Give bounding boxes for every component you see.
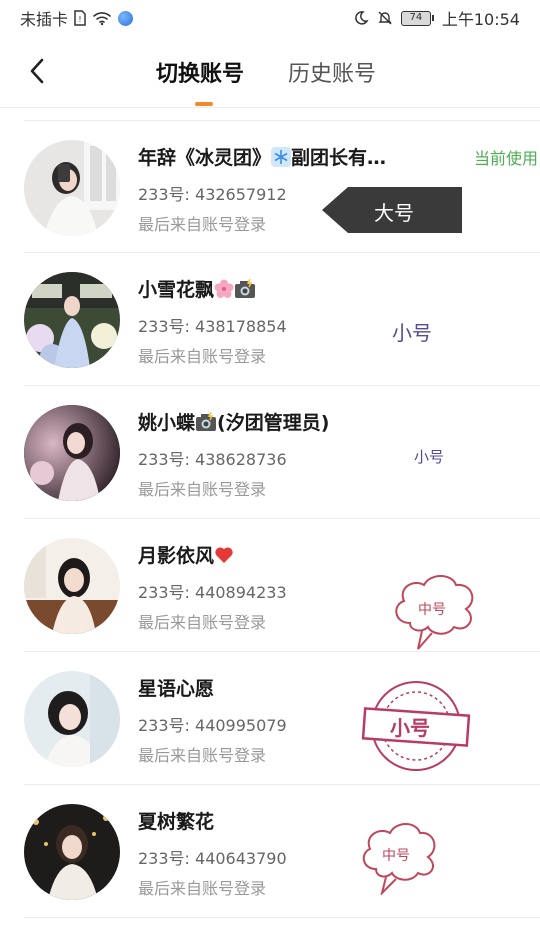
account-uid: 233号: 438628736 <box>138 450 287 469</box>
svg-text:!: ! <box>78 15 81 24</box>
browser-globe-icon <box>118 10 134 26</box>
medium-account-tag: 中号 <box>356 817 442 897</box>
alt-account-tag: 小号 <box>414 448 445 466</box>
account-uid: 233号: 438178854 <box>138 317 287 336</box>
back-button[interactable] <box>22 56 52 86</box>
medium-account-tag: 中号 <box>388 569 480 651</box>
status-right: 74 上午10:54 <box>353 6 520 30</box>
clock: 上午10:54 <box>441 10 520 29</box>
moon-icon <box>355 11 369 25</box>
sim-icon: ! <box>74 10 86 26</box>
active-tab-indicator <box>195 102 213 106</box>
cherry-blossom-icon <box>214 279 234 298</box>
avatar <box>24 405 120 501</box>
last-login-source: 最后来自账号登录 <box>138 347 267 366</box>
account-name: 年辞《冰灵团》 副团长有… <box>138 147 387 169</box>
avatar <box>24 140 120 236</box>
alt-account-stamp: 小号 <box>360 676 472 776</box>
last-login-source: 最后来自账号登录 <box>138 746 267 765</box>
account-row[interactable]: 月影依风 233号: 440894233 最后来自账号登录 中号 <box>24 519 540 652</box>
last-login-source: 最后来自账号登录 <box>138 613 267 632</box>
account-name: 小雪花飘 <box>138 275 418 302</box>
camera-flash-icon <box>196 412 217 431</box>
account-row[interactable]: 星语心愿 233号: 440995079 最后来自账号登录 小号 <box>24 652 540 785</box>
account-list: 年辞《冰灵团》 副团长有… 233号: 432657912 最后来自账号登录 当前… <box>0 120 540 918</box>
main-account-tag: 大号 <box>322 187 464 233</box>
last-login-source: 最后来自账号登录 <box>138 480 267 499</box>
battery-level: 74 <box>400 10 431 26</box>
avatar <box>24 804 120 900</box>
current-account-label: 当前使用 <box>473 149 538 168</box>
account-uid: 233号: 440995079 <box>138 716 287 735</box>
alt-account-tag: 小号 <box>392 321 432 345</box>
account-uid: 233号: 432657912 <box>138 185 287 204</box>
chevron-left-icon <box>30 58 44 84</box>
account-row[interactable]: 年辞《冰灵团》 副团长有… 233号: 432657912 最后来自账号登录 当前… <box>24 120 540 253</box>
account-uid: 233号: 440894233 <box>138 583 287 602</box>
account-row[interactable]: 小雪花飘 233号: 438178854 最后来自账号登录 小号 <box>24 253 540 386</box>
camera-flash-icon <box>235 279 256 298</box>
snowflake-icon <box>271 147 292 167</box>
battery-icon: 74 <box>400 10 434 26</box>
avatar <box>24 671 120 767</box>
mute-bell-icon <box>378 11 392 25</box>
account-name: 月影依风 <box>138 541 418 568</box>
last-login-source: 最后来自账号登录 <box>138 879 267 898</box>
avatar <box>24 272 120 368</box>
tab-switch-account[interactable]: 切换账号 <box>156 56 244 88</box>
last-login-source: 最后来自账号登录 <box>138 215 267 234</box>
account-row[interactable]: 姚小蝶 (汐团管理员) 233号: 438628736 最后来自账号登录 小号 <box>24 386 540 519</box>
tab-history-account[interactable]: 历史账号 <box>288 56 376 88</box>
status-bar: 未插卡 ! 74 上午10:54 <box>0 0 540 36</box>
account-name: 姚小蝶 (汐团管理员) <box>138 412 330 434</box>
account-uid: 233号: 440643790 <box>138 849 287 868</box>
account-row[interactable]: 夏树繁花 233号: 440643790 最后来自账号登录 中号 <box>24 785 540 918</box>
carrier-label: 未插卡 <box>20 10 69 29</box>
avatar <box>24 538 120 634</box>
header: 切换账号 历史账号 <box>0 36 540 108</box>
wifi-icon <box>93 12 111 26</box>
status-left: 未插卡 ! <box>20 6 134 30</box>
heart-icon <box>215 547 233 563</box>
